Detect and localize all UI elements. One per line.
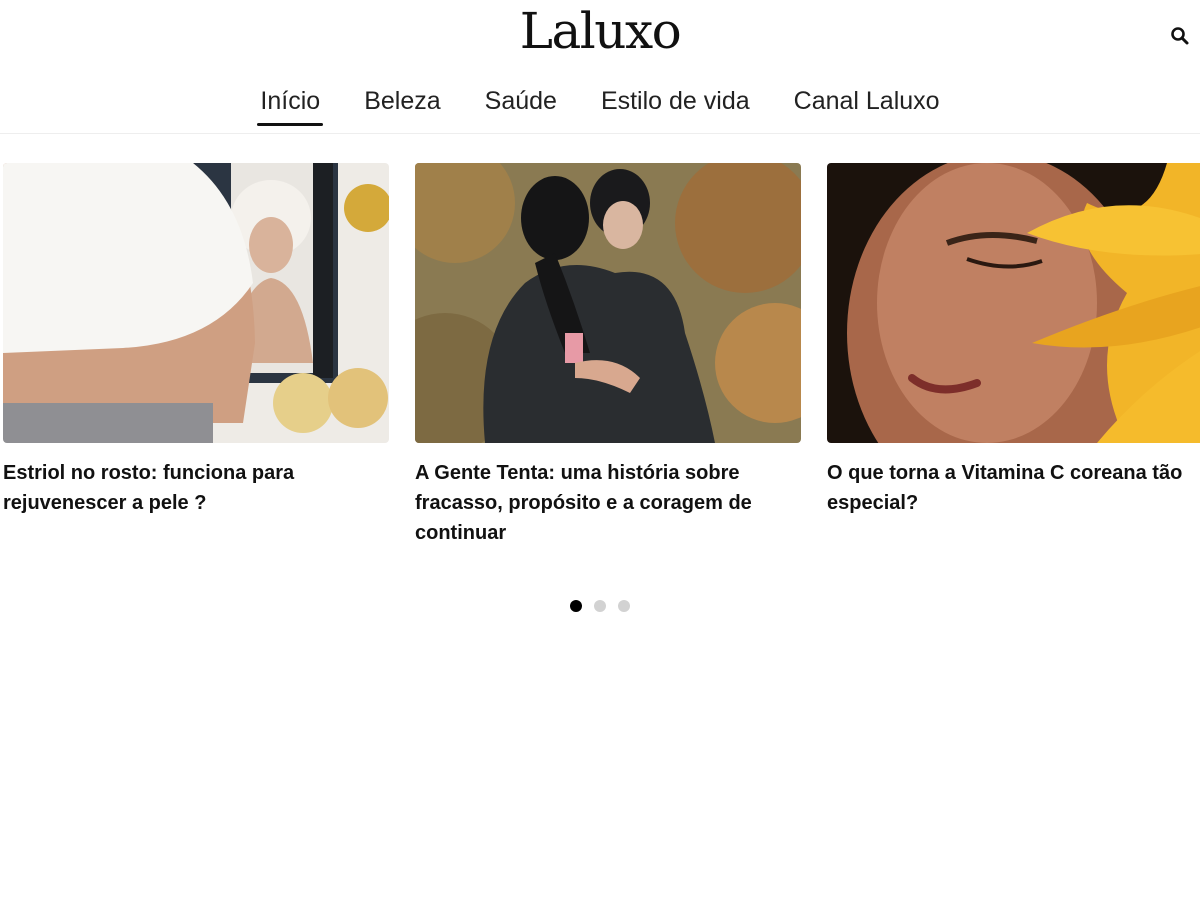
nav-item-estilo-de-vida[interactable]: Estilo de vida xyxy=(598,84,753,126)
article-card[interactable]: O que torna a Vitamina C coreana tão esp… xyxy=(827,163,1200,518)
nav-item-beleza[interactable]: Beleza xyxy=(361,84,443,126)
article-image[interactable] xyxy=(3,163,389,443)
carousel-dot-3[interactable] xyxy=(618,600,630,612)
article-card[interactable]: A Gente Tenta: uma história sobre fracas… xyxy=(415,163,801,548)
nav-item-canal-laluxo[interactable]: Canal Laluxo xyxy=(791,84,943,126)
carousel-pagination xyxy=(0,600,1200,614)
nav-item-saude[interactable]: Saúde xyxy=(482,84,560,126)
article-image[interactable] xyxy=(415,163,801,443)
article-image[interactable] xyxy=(827,163,1200,443)
carousel-dot-1[interactable] xyxy=(570,600,582,612)
site-header: Laluxo Início Beleza Saúde Estilo de vid… xyxy=(0,0,1200,134)
nav-item-inicio[interactable]: Início xyxy=(257,84,323,126)
article-title[interactable]: A Gente Tenta: uma história sobre fracas… xyxy=(415,458,801,548)
article-carousel: Estriol no rosto: funciona para rejuvene… xyxy=(0,163,1200,563)
carousel-dot-2[interactable] xyxy=(594,600,606,612)
article-title[interactable]: Estriol no rosto: funciona para rejuvene… xyxy=(3,458,389,518)
site-logo[interactable]: Laluxo xyxy=(0,2,1200,60)
search-icon xyxy=(1171,27,1189,45)
article-title[interactable]: O que torna a Vitamina C coreana tão esp… xyxy=(827,458,1200,518)
main-nav: Início Beleza Saúde Estilo de vida Canal… xyxy=(0,84,1200,128)
article-card[interactable]: Estriol no rosto: funciona para rejuvene… xyxy=(3,163,389,518)
search-button[interactable] xyxy=(1168,24,1192,48)
